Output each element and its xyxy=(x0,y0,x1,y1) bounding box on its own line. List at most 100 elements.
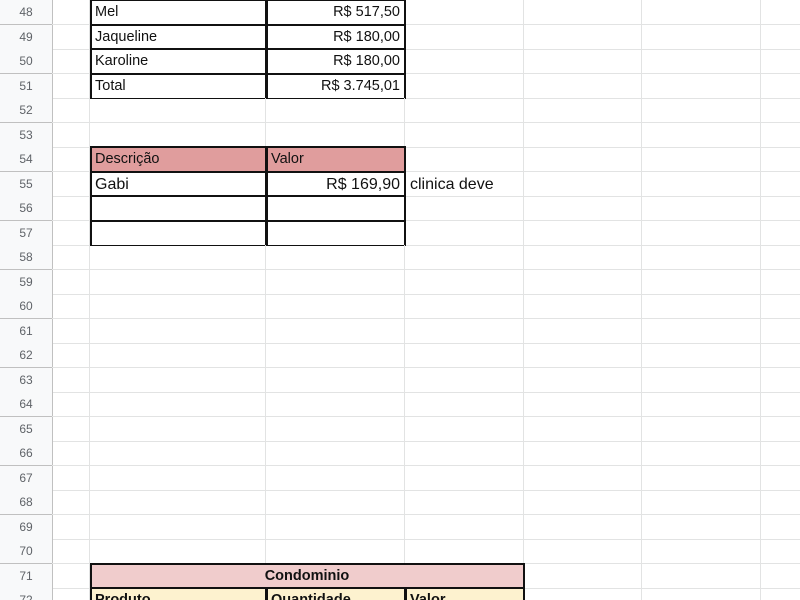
grid-cell[interactable] xyxy=(266,465,405,491)
grid-cell[interactable] xyxy=(642,49,761,74)
data-cell[interactable] xyxy=(266,0,405,25)
grid-cell[interactable] xyxy=(405,343,524,368)
grid-cell[interactable] xyxy=(90,539,266,564)
grid-cell[interactable] xyxy=(90,392,266,417)
data-cell[interactable] xyxy=(90,563,524,589)
row-header[interactable]: 49 xyxy=(0,24,53,50)
grid-cell[interactable] xyxy=(642,563,761,589)
grid-cell[interactable] xyxy=(90,318,266,344)
grid-cell[interactable] xyxy=(405,490,524,515)
grid-cell[interactable] xyxy=(761,515,800,540)
row-header[interactable]: 51 xyxy=(0,73,53,99)
row-header[interactable]: 55 xyxy=(0,171,53,197)
grid-cell[interactable] xyxy=(642,294,761,319)
grid-cell[interactable] xyxy=(90,245,266,270)
grid-cell[interactable] xyxy=(761,123,800,148)
row-header[interactable]: 59 xyxy=(0,269,53,295)
grid-cell[interactable] xyxy=(642,367,761,393)
grid-cell[interactable] xyxy=(52,465,90,491)
grid-cell[interactable] xyxy=(642,416,761,442)
grid-cell[interactable] xyxy=(761,294,800,319)
grid-cell[interactable] xyxy=(52,196,90,221)
grid-cell[interactable] xyxy=(266,269,405,295)
grid-cell[interactable] xyxy=(90,441,266,466)
grid-cell[interactable] xyxy=(761,368,800,393)
data-cell[interactable] xyxy=(405,588,524,600)
data-cell[interactable] xyxy=(90,24,266,50)
grid-cell[interactable] xyxy=(642,539,761,564)
grid-cell[interactable] xyxy=(52,318,90,344)
grid-cell[interactable] xyxy=(642,441,761,466)
data-cell[interactable] xyxy=(90,49,266,74)
grid-cell[interactable] xyxy=(524,588,642,600)
grid-cell[interactable] xyxy=(405,220,524,246)
grid-cell[interactable] xyxy=(524,441,642,466)
grid-cell[interactable] xyxy=(52,269,90,295)
grid-cell[interactable] xyxy=(405,122,524,148)
grid-cell[interactable] xyxy=(266,514,405,540)
grid-cell[interactable] xyxy=(52,490,90,515)
grid-cell[interactable] xyxy=(52,122,90,148)
grid-cell[interactable] xyxy=(524,392,642,417)
row-header[interactable]: 61 xyxy=(0,318,53,344)
grid-cell[interactable] xyxy=(52,343,90,368)
data-cell[interactable] xyxy=(266,147,405,172)
grid-cell[interactable] xyxy=(761,196,800,221)
grid-cell[interactable] xyxy=(52,245,90,270)
row-header[interactable]: 71 xyxy=(0,563,53,589)
data-cell[interactable] xyxy=(266,171,405,197)
grid-cell[interactable] xyxy=(266,318,405,344)
grid-cell[interactable] xyxy=(52,416,90,442)
grid-cell[interactable] xyxy=(405,49,524,74)
grid-cell[interactable] xyxy=(524,196,642,221)
grid-cell[interactable] xyxy=(405,73,524,99)
grid-cell[interactable] xyxy=(52,73,90,99)
grid-cell[interactable] xyxy=(524,147,642,172)
grid-cell[interactable] xyxy=(524,24,642,50)
data-cell[interactable] xyxy=(90,73,266,99)
grid-cell[interactable] xyxy=(405,98,524,123)
grid-cell[interactable] xyxy=(90,294,266,319)
grid-cell[interactable] xyxy=(90,490,266,515)
grid-cell[interactable] xyxy=(524,416,642,442)
row-header[interactable]: 58 xyxy=(0,245,53,270)
grid-cell[interactable] xyxy=(90,98,266,123)
grid-cell[interactable] xyxy=(761,490,800,515)
row-header[interactable]: 56 xyxy=(0,196,53,221)
row-header[interactable]: 60 xyxy=(0,294,53,319)
grid-cell[interactable] xyxy=(761,270,800,295)
grid-cell[interactable] xyxy=(524,318,642,344)
data-cell[interactable] xyxy=(266,24,405,50)
grid-cell[interactable] xyxy=(642,147,761,172)
grid-cell[interactable] xyxy=(761,49,800,74)
grid-cell[interactable] xyxy=(405,196,524,221)
row-header[interactable]: 50 xyxy=(0,49,53,74)
grid-cell[interactable] xyxy=(524,122,642,148)
grid-cell[interactable] xyxy=(761,564,800,589)
row-header[interactable]: 57 xyxy=(0,220,53,246)
grid-cell[interactable] xyxy=(524,0,642,25)
grid-cell[interactable] xyxy=(405,367,524,393)
grid-cell[interactable] xyxy=(642,0,761,25)
grid-cell[interactable] xyxy=(266,122,405,148)
grid-cell[interactable] xyxy=(524,220,642,246)
grid-cell[interactable] xyxy=(642,269,761,295)
data-cell[interactable] xyxy=(90,220,266,246)
grid-cell[interactable] xyxy=(642,245,761,270)
grid-cell[interactable] xyxy=(642,514,761,540)
grid-cell[interactable] xyxy=(266,416,405,442)
grid-cell[interactable] xyxy=(52,441,90,466)
grid-cell[interactable] xyxy=(761,539,800,564)
grid-cell[interactable] xyxy=(761,0,800,25)
grid-cell[interactable] xyxy=(52,171,90,197)
row-header[interactable]: 70 xyxy=(0,539,53,564)
grid-cell[interactable] xyxy=(90,269,266,295)
grid-cell[interactable] xyxy=(524,245,642,270)
row-header[interactable]: 68 xyxy=(0,490,53,515)
grid-cell[interactable] xyxy=(524,465,642,491)
grid-cell[interactable] xyxy=(90,416,266,442)
grid-cell[interactable] xyxy=(642,171,761,197)
row-header[interactable]: 62 xyxy=(0,343,53,368)
grid-cell[interactable] xyxy=(405,539,524,564)
data-cell[interactable] xyxy=(90,196,266,221)
